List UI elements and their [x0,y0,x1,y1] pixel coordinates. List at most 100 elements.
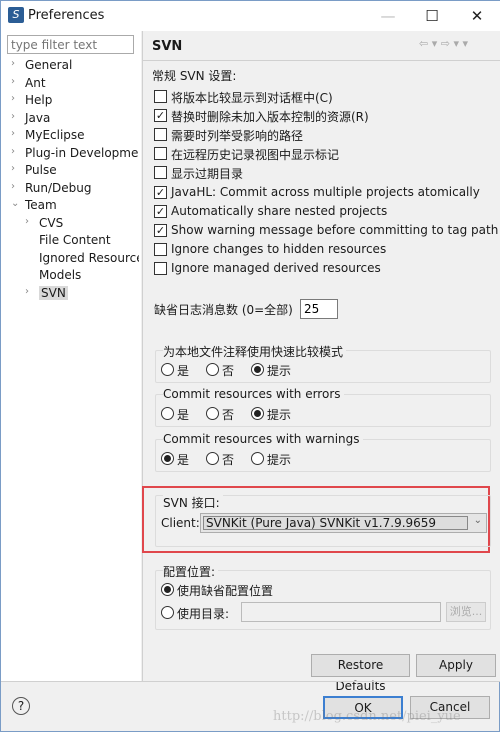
checkbox-label: JavaHL: Commit across multiple projects … [171,184,480,199]
maximize-button[interactable]: ☐ [417,5,447,27]
tree-item-label: Ignored Resources [39,250,139,265]
checkbox-label: 在远程历史记录视图中显示标记 [171,148,340,163]
chevron-down-icon: ⌄ [473,515,482,526]
footer-divider [1,681,500,682]
tree-item[interactable]: › Java [1,111,139,128]
radio-label: 提示 [267,364,292,378]
tree-item[interactable]: › Pulse [1,163,139,180]
radio-label: 否 [222,452,235,467]
tree-item-label: General [25,58,73,72]
tree-item[interactable]: › Ant [1,76,139,93]
checkbox-label: Show warning message before committing t… [171,222,499,237]
tree-item[interactable]: › CVS [1,216,139,233]
radio-indicator [161,583,174,596]
tree-item[interactable]: › SVN [1,285,139,303]
client-select-value: SVNKit (Pure Java) SVNKit v1.7.9.9659 [203,516,468,530]
client-label: Client: [161,516,200,530]
tree-item[interactable]: ⌄ Team [1,198,139,215]
client-select[interactable]: SVNKit (Pure Java) SVNKit v1.7.9.9659 ⌄ [200,513,487,533]
radio-indicator [251,451,264,465]
history-nav-buttons[interactable]: ⇦ ▾ ⇨ ▾ ▾ [419,37,468,50]
tree-item-label: Run/Debug [25,180,92,195]
page-title: SVN [152,39,183,54]
tree-item-label: MyEclipse [25,128,85,142]
general-settings-label: 常规 SVN 设置: [152,69,237,83]
checkbox-label: Automatically share nested projects [171,203,388,218]
apply-button[interactable]: Apply [416,654,496,677]
tree-item-label: Help [25,93,53,107]
tree-item[interactable]: › MyEclipse [1,128,139,145]
tree-item-label: Team [25,198,57,212]
tree-item[interactable]: Ignored Resources [1,251,139,268]
chevron-icon[interactable]: › [11,128,21,139]
radio-indicator [161,363,174,376]
radio-group-label: 为本地文件注释使用快速比较模式 [163,343,347,360]
checkbox[interactable] [154,147,167,161]
tree-item-label: File Content [39,233,111,247]
radio-label: 提示 [267,408,292,423]
chevron-icon[interactable]: › [11,58,21,69]
radio-label: 使用目录: [177,607,230,621]
radio-indicator [206,451,219,465]
chevron-icon[interactable]: › [11,76,21,87]
svn-interface-label: SVN 接口: [163,494,223,511]
radio-indicator [251,363,264,376]
tree-item-label: Java [25,110,51,125]
checkbox[interactable] [154,261,167,275]
minimize-button[interactable]: — [373,5,403,27]
tree-item[interactable]: › Run/Debug [1,181,139,198]
checkbox[interactable] [154,128,167,142]
checkbox[interactable]: ✓ [154,109,167,123]
restore-defaults-button[interactable]: Restore Defaults [311,654,410,693]
chevron-icon[interactable]: › [11,181,21,192]
help-icon[interactable]: ? [12,697,30,715]
checkbox[interactable]: ✓ [154,204,167,218]
tree-item-label: Pulse [25,163,57,177]
tree-item[interactable]: Models [1,268,139,285]
checkbox-label: 需要时列举受影响的路径 [171,129,304,144]
checkbox-label: Ignore managed derived resources [171,260,381,275]
app-icon: S [8,7,24,23]
radio-label: 是 [177,452,190,467]
chevron-icon[interactable]: › [11,93,21,104]
checkbox[interactable] [154,166,167,180]
tree-item[interactable]: File Content [1,233,139,250]
close-button[interactable]: ✕ [462,5,492,27]
browse-button[interactable]: 浏览... [446,602,486,622]
filter-input[interactable] [7,35,134,54]
chevron-icon[interactable]: ⌄ [11,198,21,209]
tree-item[interactable]: › General [1,58,139,75]
checkbox-label: 替换时删除未加入版本控制的资源(R) [171,110,369,125]
radio-indicator [161,606,174,619]
tree-item-label: Models [39,268,82,282]
checkbox[interactable] [154,90,167,103]
log-count-label: 缺省日志消息数 (0=全部) [154,303,293,317]
checkbox-label: 显示过期目录 [171,167,244,182]
tree-item-label: SVN [39,285,68,300]
radio-label: 否 [222,364,235,378]
checkbox[interactable]: ✓ [154,185,167,199]
chevron-icon[interactable]: › [11,111,21,122]
radio-label: 使用缺省配置位置 [177,584,274,598]
chevron-icon[interactable]: › [25,286,35,297]
chevron-icon[interactable]: › [11,146,21,157]
checkbox-label: Ignore changes to hidden resources [171,241,387,256]
log-count-input[interactable] [300,299,338,319]
radio-label: 是 [177,364,190,378]
chevron-icon[interactable]: › [11,163,21,174]
checkbox[interactable]: ✓ [154,223,167,237]
tree-item-label: Plug-in Development [25,145,139,160]
window-title: Preferences [28,8,105,23]
tree-item-label: Ant [25,75,46,90]
radio-group-label: Commit resources with warnings [163,431,363,446]
tree-item[interactable]: › Help [1,93,139,110]
checkbox[interactable] [154,242,167,256]
radio-group-label: Commit resources with errors [163,387,344,402]
tree-item[interactable]: › Plug-in Development [1,146,139,163]
config-dir-input[interactable] [241,602,441,622]
checkbox-label: 将版本比较显示到对话框中(C) [171,91,333,105]
config-label: 配置位置: [163,563,219,580]
radio-label: 否 [222,408,235,423]
radio-label: 提示 [267,452,292,467]
chevron-icon[interactable]: › [25,216,35,227]
